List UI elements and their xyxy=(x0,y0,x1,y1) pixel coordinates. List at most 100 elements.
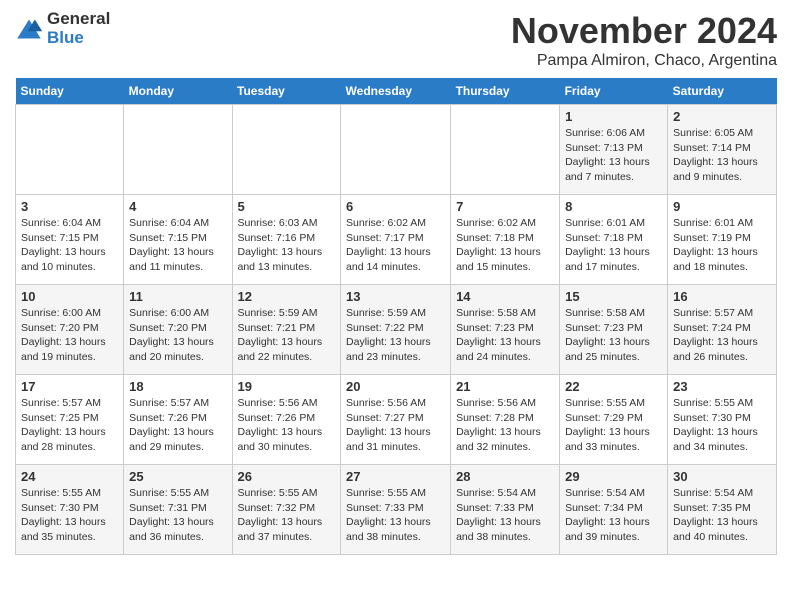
logo-general: General xyxy=(47,10,110,29)
calendar-cell: 16 Sunrise: 5:57 AMSunset: 7:24 PMDayligh… xyxy=(668,285,777,375)
cell-details: Sunrise: 6:01 AMSunset: 7:19 PMDaylight:… xyxy=(673,216,771,275)
day-number: 12 xyxy=(238,289,336,304)
cell-details: Sunrise: 5:55 AMSunset: 7:29 PMDaylight:… xyxy=(565,396,662,455)
weekday-header-wednesday: Wednesday xyxy=(341,78,451,105)
weekday-header-sunday: Sunday xyxy=(16,78,124,105)
cell-details: Sunrise: 6:04 AMSunset: 7:15 PMDaylight:… xyxy=(21,216,118,275)
weekday-header-tuesday: Tuesday xyxy=(232,78,341,105)
calendar-cell: 20 Sunrise: 5:56 AMSunset: 7:27 PMDayligh… xyxy=(341,375,451,465)
calendar-cell xyxy=(451,105,560,195)
calendar-cell: 1Sunrise: 6:06 AMSunset: 7:13 PMDaylight… xyxy=(560,105,668,195)
day-number: 7 xyxy=(456,199,554,214)
cell-details: Sunrise: 5:56 AMSunset: 7:26 PMDaylight:… xyxy=(238,396,336,455)
cell-details: Sunrise: 5:55 AMSunset: 7:32 PMDaylight:… xyxy=(238,486,336,545)
day-number: 6 xyxy=(346,199,445,214)
calendar-cell: 8 Sunrise: 6:01 AMSunset: 7:18 PMDaylight… xyxy=(560,195,668,285)
cell-details: Sunrise: 5:58 AMSunset: 7:23 PMDaylight:… xyxy=(565,306,662,365)
day-number: 13 xyxy=(346,289,445,304)
cell-details: Sunrise: 5:55 AMSunset: 7:30 PMDaylight:… xyxy=(21,486,118,545)
calendar-cell: 6 Sunrise: 6:02 AMSunset: 7:17 PMDaylight… xyxy=(341,195,451,285)
day-number: 2 xyxy=(673,109,771,124)
calendar-cell: 23 Sunrise: 5:55 AMSunset: 7:30 PMDayligh… xyxy=(668,375,777,465)
day-number: 17 xyxy=(21,379,118,394)
day-number: 11 xyxy=(129,289,226,304)
cell-details: Sunrise: 5:55 AMSunset: 7:33 PMDaylight:… xyxy=(346,486,445,545)
cell-details: Sunrise: 5:54 AMSunset: 7:33 PMDaylight:… xyxy=(456,486,554,545)
calendar-cell: 12 Sunrise: 5:59 AMSunset: 7:21 PMDayligh… xyxy=(232,285,341,375)
day-number: 14 xyxy=(456,289,554,304)
weekday-header-row: SundayMondayTuesdayWednesdayThursdayFrid… xyxy=(16,78,777,105)
calendar-cell: 2 Sunrise: 6:05 AMSunset: 7:14 PMDaylight… xyxy=(668,105,777,195)
calendar-cell: 10Sunrise: 6:00 AMSunset: 7:20 PMDayligh… xyxy=(16,285,124,375)
day-number: 5 xyxy=(238,199,336,214)
month-title: November 2024 xyxy=(511,10,777,52)
calendar-cell: 13 Sunrise: 5:59 AMSunset: 7:22 PMDayligh… xyxy=(341,285,451,375)
calendar-cell: 21 Sunrise: 5:56 AMSunset: 7:28 PMDayligh… xyxy=(451,375,560,465)
calendar-cell: 25 Sunrise: 5:55 AMSunset: 7:31 PMDayligh… xyxy=(124,465,232,555)
page-header: General Blue November 2024 Pampa Almiron… xyxy=(15,10,777,70)
calendar-week-row: 1Sunrise: 6:06 AMSunset: 7:13 PMDaylight… xyxy=(16,105,777,195)
calendar-cell: 26Sunrise: 5:55 AMSunset: 7:32 PMDayligh… xyxy=(232,465,341,555)
cell-details: Sunrise: 5:55 AMSunset: 7:30 PMDaylight:… xyxy=(673,396,771,455)
cell-details: Sunrise: 6:02 AMSunset: 7:17 PMDaylight:… xyxy=(346,216,445,275)
day-number: 19 xyxy=(238,379,336,394)
day-number: 3 xyxy=(21,199,118,214)
cell-details: Sunrise: 5:58 AMSunset: 7:23 PMDaylight:… xyxy=(456,306,554,365)
calendar-cell: 28Sunrise: 5:54 AMSunset: 7:33 PMDayligh… xyxy=(451,465,560,555)
day-number: 8 xyxy=(565,199,662,214)
cell-details: Sunrise: 5:55 AMSunset: 7:31 PMDaylight:… xyxy=(129,486,226,545)
calendar-cell: 4 Sunrise: 6:04 AMSunset: 7:15 PMDaylight… xyxy=(124,195,232,285)
calendar-week-row: 3 Sunrise: 6:04 AMSunset: 7:15 PMDaylight… xyxy=(16,195,777,285)
calendar-week-row: 24Sunrise: 5:55 AMSunset: 7:30 PMDayligh… xyxy=(16,465,777,555)
weekday-header-saturday: Saturday xyxy=(668,78,777,105)
cell-details: Sunrise: 5:57 AMSunset: 7:25 PMDaylight:… xyxy=(21,396,118,455)
calendar-cell: 18 Sunrise: 5:57 AMSunset: 7:26 PMDayligh… xyxy=(124,375,232,465)
calendar-cell: 27 Sunrise: 5:55 AMSunset: 7:33 PMDayligh… xyxy=(341,465,451,555)
weekday-header-thursday: Thursday xyxy=(451,78,560,105)
calendar-cell: 19 Sunrise: 5:56 AMSunset: 7:26 PMDayligh… xyxy=(232,375,341,465)
calendar-cell xyxy=(16,105,124,195)
cell-details: Sunrise: 5:54 AMSunset: 7:35 PMDaylight:… xyxy=(673,486,771,545)
logo-icon xyxy=(15,18,43,40)
cell-details: Sunrise: 6:05 AMSunset: 7:14 PMDaylight:… xyxy=(673,126,771,185)
calendar-cell: 9 Sunrise: 6:01 AMSunset: 7:19 PMDaylight… xyxy=(668,195,777,285)
logo: General Blue xyxy=(15,10,110,47)
calendar-cell xyxy=(124,105,232,195)
day-number: 18 xyxy=(129,379,226,394)
calendar-cell: 5Sunrise: 6:03 AMSunset: 7:16 PMDaylight… xyxy=(232,195,341,285)
day-number: 21 xyxy=(456,379,554,394)
weekday-header-monday: Monday xyxy=(124,78,232,105)
cell-details: Sunrise: 6:01 AMSunset: 7:18 PMDaylight:… xyxy=(565,216,662,275)
cell-details: Sunrise: 5:59 AMSunset: 7:22 PMDaylight:… xyxy=(346,306,445,365)
cell-details: Sunrise: 5:57 AMSunset: 7:24 PMDaylight:… xyxy=(673,306,771,365)
calendar-cell: 29 Sunrise: 5:54 AMSunset: 7:34 PMDayligh… xyxy=(560,465,668,555)
cell-details: Sunrise: 6:02 AMSunset: 7:18 PMDaylight:… xyxy=(456,216,554,275)
day-number: 16 xyxy=(673,289,771,304)
calendar-cell: 22 Sunrise: 5:55 AMSunset: 7:29 PMDayligh… xyxy=(560,375,668,465)
calendar-cell: 3 Sunrise: 6:04 AMSunset: 7:15 PMDaylight… xyxy=(16,195,124,285)
cell-details: Sunrise: 5:57 AMSunset: 7:26 PMDaylight:… xyxy=(129,396,226,455)
calendar-cell: 30 Sunrise: 5:54 AMSunset: 7:35 PMDayligh… xyxy=(668,465,777,555)
day-number: 4 xyxy=(129,199,226,214)
day-number: 9 xyxy=(673,199,771,214)
cell-details: Sunrise: 5:56 AMSunset: 7:28 PMDaylight:… xyxy=(456,396,554,455)
calendar-cell: 24Sunrise: 5:55 AMSunset: 7:30 PMDayligh… xyxy=(16,465,124,555)
cell-details: Sunrise: 5:56 AMSunset: 7:27 PMDaylight:… xyxy=(346,396,445,455)
day-number: 25 xyxy=(129,469,226,484)
cell-details: Sunrise: 5:59 AMSunset: 7:21 PMDaylight:… xyxy=(238,306,336,365)
day-number: 29 xyxy=(565,469,662,484)
day-number: 23 xyxy=(673,379,771,394)
day-number: 30 xyxy=(673,469,771,484)
day-number: 1 xyxy=(565,109,662,124)
calendar-cell: 15Sunrise: 5:58 AMSunset: 7:23 PMDayligh… xyxy=(560,285,668,375)
calendar-week-row: 17 Sunrise: 5:57 AMSunset: 7:25 PMDayligh… xyxy=(16,375,777,465)
cell-details: Sunrise: 6:04 AMSunset: 7:15 PMDaylight:… xyxy=(129,216,226,275)
calendar-week-row: 10Sunrise: 6:00 AMSunset: 7:20 PMDayligh… xyxy=(16,285,777,375)
day-number: 20 xyxy=(346,379,445,394)
day-number: 27 xyxy=(346,469,445,484)
calendar-cell: 17 Sunrise: 5:57 AMSunset: 7:25 PMDayligh… xyxy=(16,375,124,465)
calendar-cell: 11Sunrise: 6:00 AMSunset: 7:20 PMDayligh… xyxy=(124,285,232,375)
cell-details: Sunrise: 5:54 AMSunset: 7:34 PMDaylight:… xyxy=(565,486,662,545)
day-number: 22 xyxy=(565,379,662,394)
day-number: 10 xyxy=(21,289,118,304)
